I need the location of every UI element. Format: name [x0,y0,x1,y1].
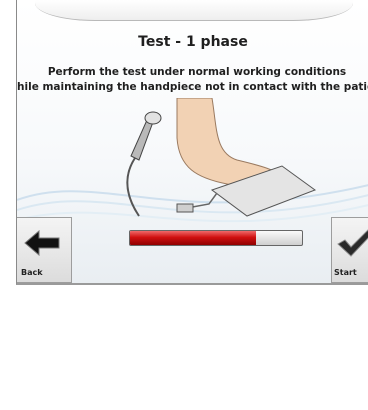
reflection-fade [0,284,368,410]
page-title: Test - 1 phase [138,34,248,50]
progress-fill [130,231,256,245]
back-button[interactable]: Back [17,217,72,283]
test-screen: Test - 1 phase Perform the test under no… [16,0,368,285]
check-icon [337,229,368,257]
start-button[interactable]: Start [331,217,368,283]
test-progress-bar [129,230,303,246]
instruction-line-2: while maintaining the handpiece not in c… [16,81,368,93]
handpiece-icon [130,119,154,161]
top-tab [35,0,353,21]
start-button-label: Start [334,268,357,277]
instruction-line-1: Perform the test under normal working co… [47,66,347,78]
instructions: Perform the test under normal working co… [16,65,368,95]
left-arrow-icon [24,230,60,256]
back-button-label: Back [21,268,43,277]
handpiece-test-illustration [126,98,317,217]
